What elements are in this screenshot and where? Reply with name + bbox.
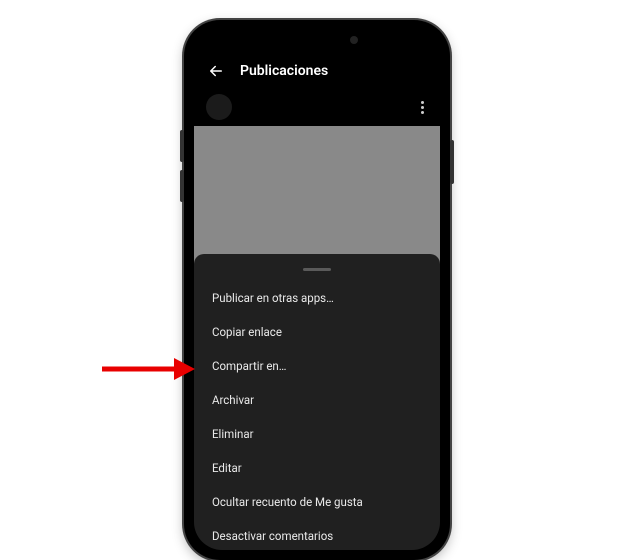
sheet-item-delete[interactable]: Eliminar — [194, 417, 440, 451]
avatar[interactable] — [206, 94, 232, 120]
sheet-item-share[interactable]: Compartir en… — [194, 349, 440, 383]
more-options-button[interactable] — [417, 97, 428, 118]
page-title: Publicaciones — [240, 63, 328, 79]
callout-arrow — [100, 354, 195, 384]
sheet-item-hide-likes[interactable]: Ocultar recuento de Me gusta — [194, 485, 440, 519]
sheet-item-copy-link[interactable]: Copiar enlace — [194, 315, 440, 349]
bottom-sheet: Publicar en otras apps… Copiar enlace Co… — [194, 254, 440, 550]
post-subbar — [194, 90, 440, 124]
phone-screen: Publicaciones Publicar en otras apps… Co… — [194, 30, 440, 550]
sheet-item-disable-comments[interactable]: Desactivar comentarios — [194, 519, 440, 550]
phone-frame: Publicaciones Publicar en otras apps… Co… — [184, 20, 450, 560]
back-button[interactable] — [206, 61, 226, 81]
more-dots-icon — [421, 101, 424, 104]
sheet-item-archive[interactable]: Archivar — [194, 383, 440, 417]
arrow-left-icon — [207, 62, 225, 80]
volume-up-button — [180, 130, 184, 162]
power-button — [450, 140, 454, 184]
sheet-item-publish-other-apps[interactable]: Publicar en otras apps… — [194, 281, 440, 315]
app-header: Publicaciones — [194, 54, 440, 88]
arrow-right-icon — [100, 354, 195, 384]
sheet-item-edit[interactable]: Editar — [194, 451, 440, 485]
volume-down-button — [180, 170, 184, 202]
sheet-handle[interactable] — [303, 268, 331, 271]
phone-notch — [262, 30, 372, 52]
